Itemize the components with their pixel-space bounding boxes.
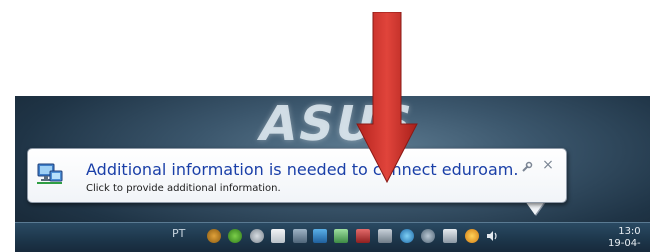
volume-icon[interactable]	[485, 229, 499, 243]
balloon-tail	[525, 201, 545, 215]
taskbar	[15, 222, 650, 252]
app-icon[interactable]	[207, 229, 221, 243]
system-clock[interactable]: 13:0 19-04-	[608, 226, 641, 250]
clock-time: 13:0	[618, 226, 641, 237]
speaker-icon	[487, 231, 497, 241]
monitor-icon[interactable]	[443, 229, 457, 243]
network-connection-icon	[37, 163, 63, 184]
screenshot: ASUS PT 13:0 19-04- Additional informati…	[0, 0, 650, 252]
leaf-icon[interactable]	[228, 229, 242, 243]
notification-subtitle[interactable]: Click to provide additional information.	[86, 183, 281, 194]
chat-icon[interactable]	[293, 229, 307, 243]
gear-icon[interactable]	[250, 229, 264, 243]
notification-title[interactable]: Additional information is needed to conn…	[86, 160, 518, 179]
notification-balloon[interactable]: Additional information is needed to conn…	[27, 148, 567, 203]
red-arrow-annotation	[356, 12, 418, 184]
language-indicator[interactable]: PT	[172, 227, 185, 240]
shield-icon[interactable]	[334, 229, 348, 243]
clock-date: 19-04-	[608, 238, 641, 249]
link-icon[interactable]	[421, 229, 435, 243]
wireless-network-icon[interactable]	[465, 229, 479, 243]
network-share-icon[interactable]	[313, 229, 327, 243]
window-icon[interactable]	[271, 229, 285, 243]
options-icon[interactable]	[521, 161, 533, 173]
keyboard-icon[interactable]	[378, 229, 392, 243]
globe-icon[interactable]	[400, 229, 414, 243]
security-icon[interactable]	[356, 229, 370, 243]
close-icon[interactable]: ×	[541, 158, 555, 172]
